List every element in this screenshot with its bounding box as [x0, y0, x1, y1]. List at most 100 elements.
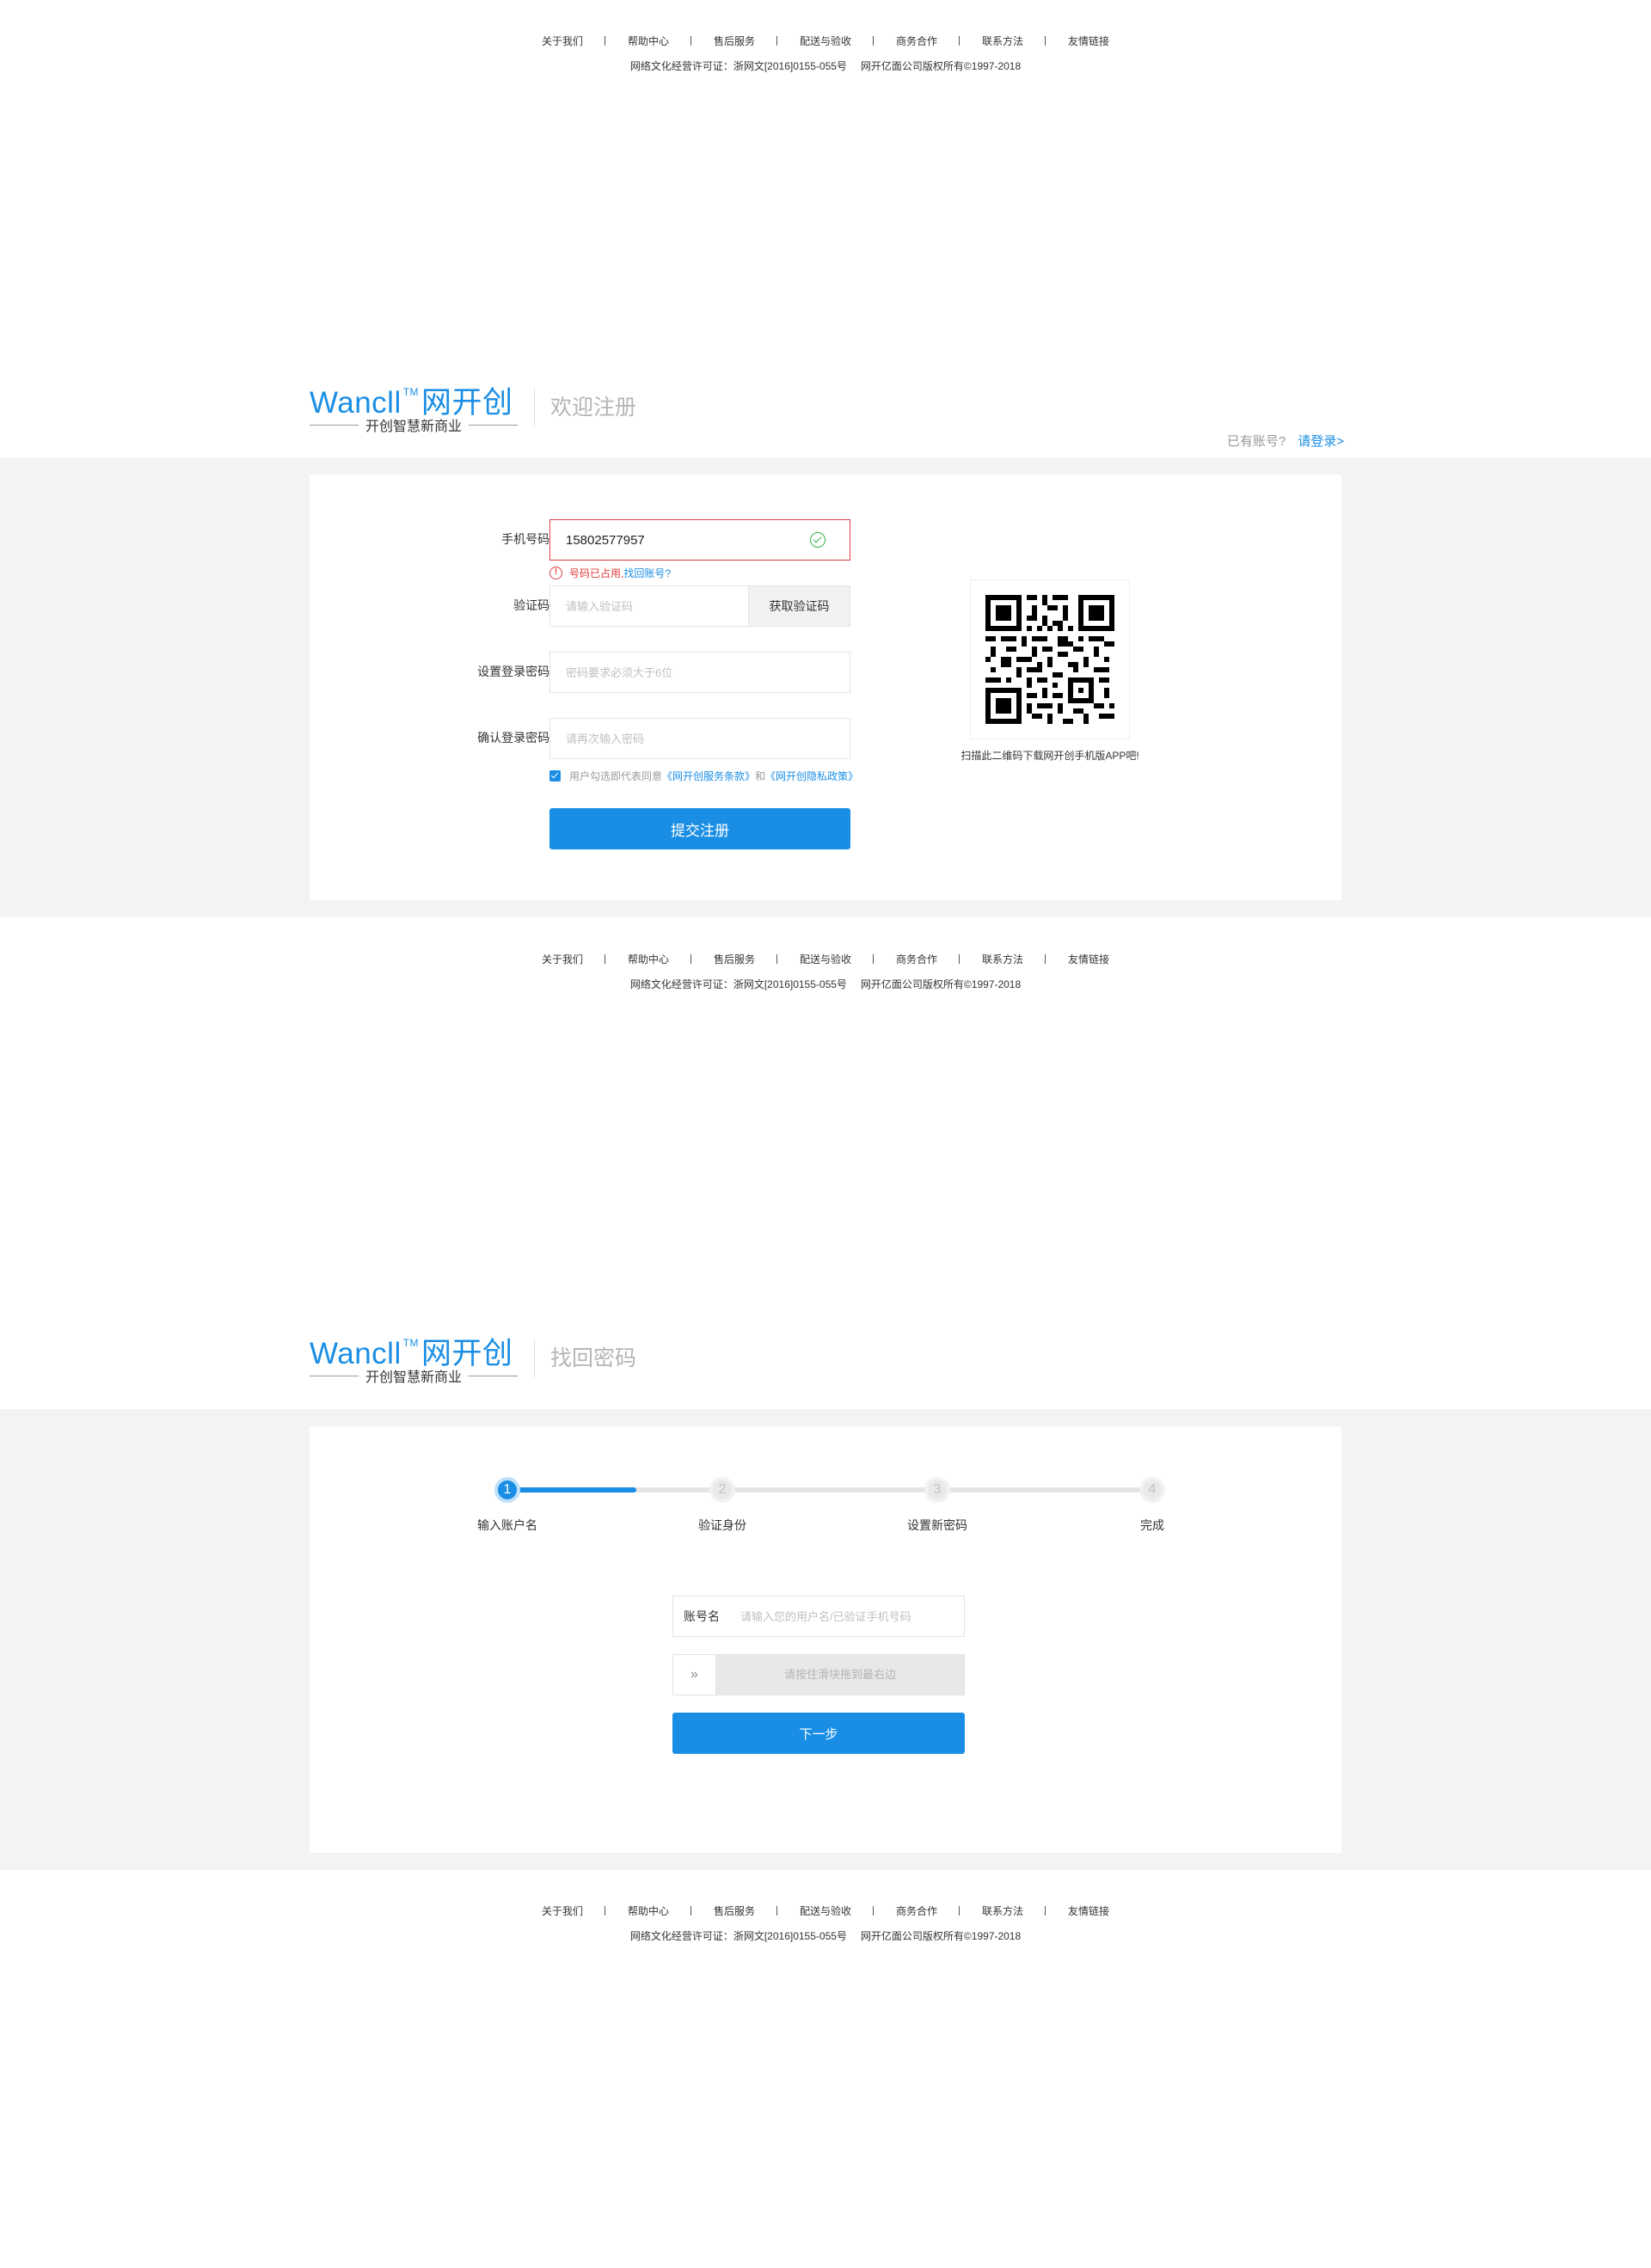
- slide-verify[interactable]: » 请按住滑块拖到最右边: [672, 1654, 965, 1695]
- qr-code-image: [985, 595, 1114, 724]
- divider: [310, 424, 359, 426]
- step-progress-fill: [507, 1487, 636, 1493]
- footer-copyright: 网络文化经营许可证：浙网文[2016]0155-055号 网开亿面公司版权所有©1…: [0, 977, 1651, 991]
- code-label: 验证码:: [513, 598, 553, 612]
- progress-stepper: 1 输入账户名 2 验证身份 3 设置新密码 4 完成: [310, 1426, 1341, 1555]
- password-input[interactable]: [550, 653, 850, 692]
- footer-link-help[interactable]: 帮助中心: [604, 1903, 691, 1918]
- recover-account-link[interactable]: 找回账号?: [623, 566, 671, 580]
- license-text: 网络文化经营许可证：浙网文[2016]0155-055号: [629, 978, 847, 990]
- header-divider: [534, 1339, 535, 1377]
- step-2-label: 验证身份: [698, 1518, 746, 1532]
- footer-link-business[interactable]: 商务合作: [872, 1903, 960, 1918]
- step-3-marker: 3: [924, 1477, 950, 1503]
- footer-link-delivery[interactable]: 配送与验收: [776, 1903, 874, 1918]
- confirm-password-field: [549, 718, 850, 759]
- password-field: [549, 652, 850, 693]
- page-title: 欢迎注册: [550, 395, 637, 420]
- check-circle-icon: [810, 532, 826, 548]
- agree-checkbox[interactable]: [549, 769, 561, 782]
- page-title: 找回密码: [550, 1346, 637, 1370]
- footer-link-friends[interactable]: 友情链接: [1045, 34, 1132, 48]
- alert-circle-icon: !: [549, 566, 562, 579]
- terms-link[interactable]: 《网开创服务条款》: [662, 769, 755, 783]
- account-field: 账号名: [672, 1596, 965, 1637]
- recover-section: 1 输入账户名 2 验证身份 3 设置新密码 4 完成 账号名 » 请按住滑块拖到最右边 下一…: [0, 1409, 1651, 1870]
- confirm-password-label: 确认登录密码:: [477, 731, 553, 745]
- register-card: 手机号码: ! 号码已占用,找回账号? 验证码: 获取验证码 设置登录密码: 确…: [310, 475, 1341, 900]
- step-2-marker: 2: [709, 1477, 735, 1503]
- footer-link-delivery[interactable]: 配送与验收: [776, 952, 874, 966]
- footer-copyright: 网络文化经营许可证：浙网文[2016]0155-055号 网开亿面公司版权所有©1…: [0, 1928, 1651, 1943]
- agree-text: 用户勾选即代表同意: [569, 769, 663, 782]
- qr-code: [970, 579, 1130, 739]
- recover-header: Wancll TM网开创 开创智慧新商业 找回密码: [0, 1329, 1651, 1408]
- footer-link-business[interactable]: 商务合作: [872, 34, 960, 48]
- privacy-link[interactable]: 《网开创隐私政策》: [765, 769, 858, 783]
- phone-label: 手机号码:: [501, 532, 553, 546]
- license-text: 网络文化经营许可证：浙网文[2016]0155-055号: [629, 60, 847, 72]
- submit-register-button[interactable]: 提交注册: [549, 808, 850, 849]
- footer-recover: 关于我们 帮助中心 售后服务 配送与验收 商务合作 联系方法 友情链接 网络文化…: [0, 1901, 1651, 1943]
- slider-handle[interactable]: »: [673, 1655, 716, 1695]
- footer-links: 关于我们 帮助中心 售后服务 配送与验收 商务合作 联系方法 友情链接: [0, 1901, 1651, 1920]
- agree-and: 和: [755, 769, 766, 782]
- license-text: 网络文化经营许可证：浙网文[2016]0155-055号: [629, 1930, 847, 1942]
- footer-link-contact[interactable]: 联系方法: [959, 1903, 1046, 1918]
- account-label: 账号名: [684, 1609, 720, 1623]
- get-code-button[interactable]: 获取验证码: [748, 586, 850, 626]
- copyright-text: 网开亿面公司版权所有©1997-2018: [860, 60, 1022, 72]
- footer-links: 关于我们 帮助中心 售后服务 配送与验收 商务合作 联系方法 友情链接: [0, 949, 1651, 968]
- step-4-marker: 4: [1139, 1477, 1165, 1503]
- agreement-row: 用户勾选即代表同意 《网开创服务条款》 和 《网开创隐私政策》: [549, 769, 858, 782]
- register-header: Wancll TM网开创 开创智慧新商业 欢迎注册 已有账号? 请登录>: [0, 378, 1651, 457]
- footer-link-friends[interactable]: 友情链接: [1045, 1903, 1132, 1918]
- divider: [469, 424, 519, 426]
- logo-slogan: 开创智慧新商业: [365, 420, 463, 434]
- login-link[interactable]: 请登录>: [1298, 434, 1344, 449]
- logo-slogan: 开创智慧新商业: [365, 1370, 463, 1385]
- footer-link-friends[interactable]: 友情链接: [1045, 952, 1132, 966]
- footer-link-contact[interactable]: 联系方法: [959, 34, 1046, 48]
- footer-copyright: 网络文化经营许可证：浙网文[2016]0155-055号 网开亿面公司版权所有©1…: [0, 58, 1651, 73]
- step-1-label: 输入账户名: [477, 1518, 537, 1532]
- footer-link-contact[interactable]: 联系方法: [959, 952, 1046, 966]
- footer-link-business[interactable]: 商务合作: [872, 952, 960, 966]
- footer-top: 关于我们 帮助中心 售后服务 配送与验收 商务合作 联系方法 友情链接 网络文化…: [0, 31, 1651, 73]
- logo-slogan-row: 开创智慧新商业: [310, 416, 519, 434]
- logo-slogan-row: 开创智慧新商业: [310, 1367, 519, 1385]
- logo[interactable]: Wancll TM网开创 开创智慧新商业: [310, 1329, 519, 1389]
- code-input[interactable]: [550, 586, 748, 626]
- password-label: 设置登录密码:: [477, 665, 553, 678]
- step-track: [507, 1487, 1152, 1493]
- phone-field: [549, 519, 850, 561]
- slider-hint: 请按住滑块拖到最右边: [783, 1668, 896, 1681]
- phone-error-text: 号码已占用,: [569, 567, 624, 579]
- confirm-password-input[interactable]: [550, 719, 850, 758]
- next-step-button[interactable]: 下一步: [672, 1713, 965, 1754]
- step-3-label: 设置新密码: [907, 1518, 967, 1532]
- footer-link-after-sales[interactable]: 售后服务: [690, 34, 777, 48]
- copyright-text: 网开亿面公司版权所有©1997-2018: [860, 978, 1022, 990]
- footer-link-delivery[interactable]: 配送与验收: [776, 34, 874, 48]
- footer-link-help[interactable]: 帮助中心: [604, 952, 691, 966]
- footer-link-about[interactable]: 关于我们: [519, 1903, 605, 1918]
- login-prompt: 已有账号? 请登录>: [1227, 432, 1344, 450]
- register-section: 手机号码: ! 号码已占用,找回账号? 验证码: 获取验证码 设置登录密码: 确…: [0, 457, 1651, 917]
- footer-register: 关于我们 帮助中心 售后服务 配送与验收 商务合作 联系方法 友情链接 网络文化…: [0, 949, 1651, 991]
- footer-link-after-sales[interactable]: 售后服务: [690, 952, 777, 966]
- phone-input[interactable]: [550, 520, 850, 560]
- recover-card: 1 输入账户名 2 验证身份 3 设置新密码 4 完成 账号名 » 请按住滑块拖到最右边 下一…: [310, 1426, 1341, 1853]
- logo[interactable]: Wancll TM网开创 开创智慧新商业: [310, 378, 519, 438]
- footer-link-about[interactable]: 关于我们: [519, 34, 605, 48]
- header-divider: [534, 389, 535, 426]
- has-account-text: 已有账号?: [1226, 434, 1286, 449]
- code-field: 获取验证码: [549, 585, 850, 627]
- footer-link-help[interactable]: 帮助中心: [604, 34, 691, 48]
- step-4-label: 完成: [1140, 1518, 1164, 1532]
- qr-caption: 扫描此二维码下载网开创手机版APP吧!: [961, 750, 1139, 762]
- footer-link-after-sales[interactable]: 售后服务: [690, 1903, 777, 1918]
- footer-link-about[interactable]: 关于我们: [519, 952, 605, 966]
- copyright-text: 网开亿面公司版权所有©1997-2018: [860, 1930, 1022, 1942]
- account-input[interactable]: [740, 1597, 964, 1636]
